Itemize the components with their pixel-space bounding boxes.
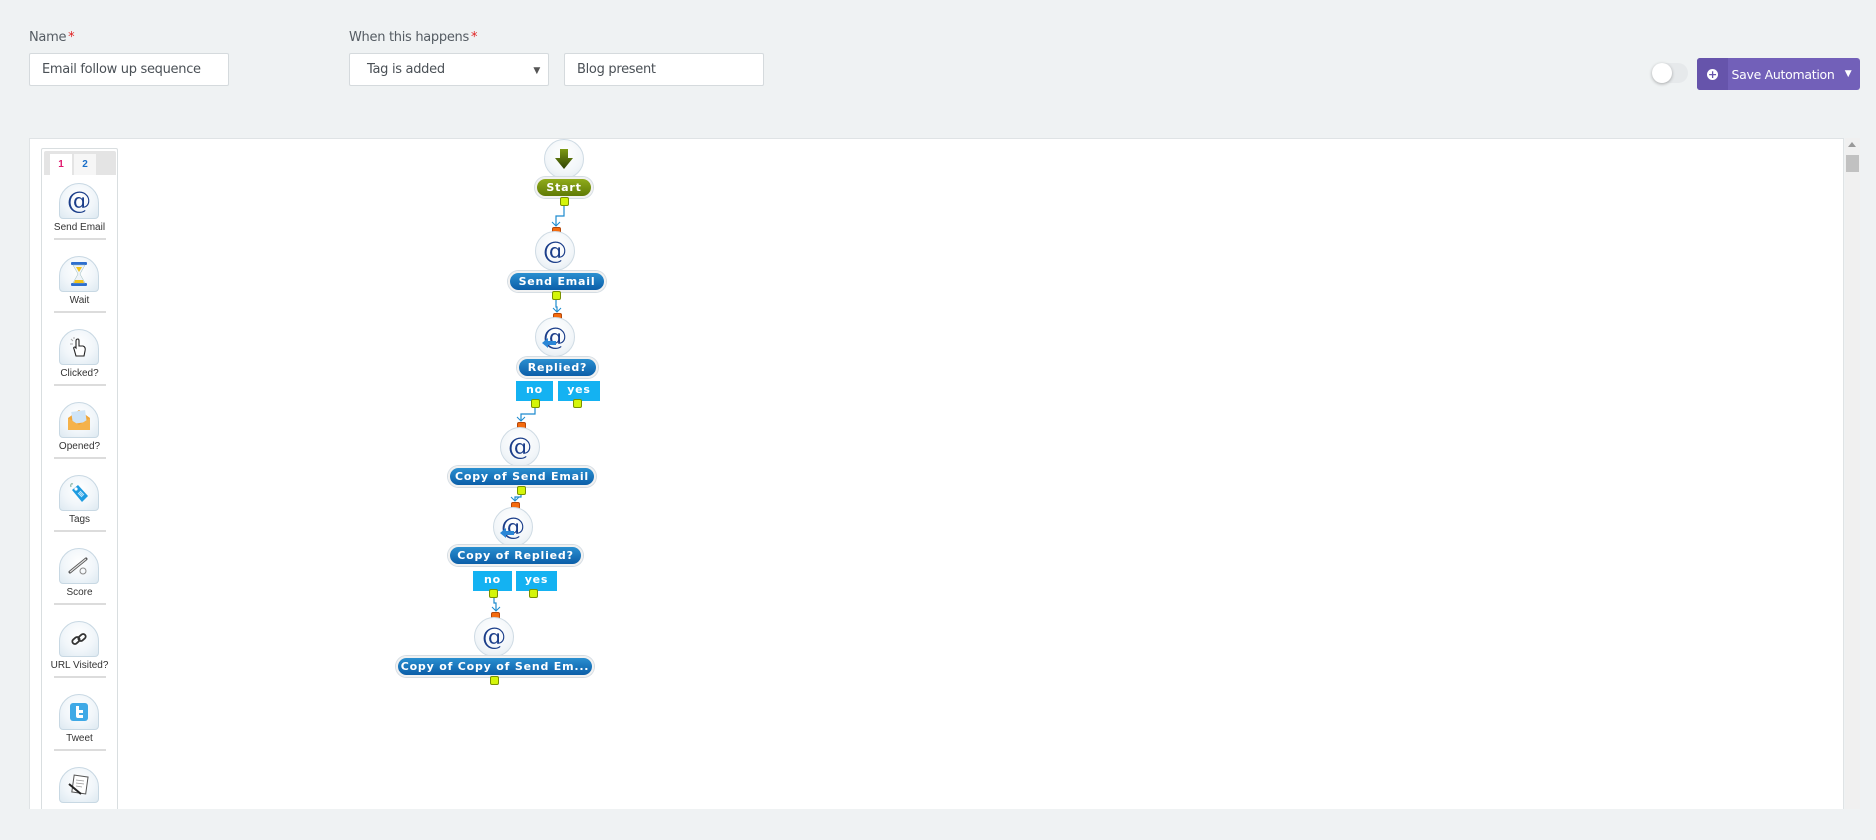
palette-item-url-visited[interactable]: URL Visited? <box>42 621 117 694</box>
palette-tab-1[interactable]: 1 <box>50 154 72 175</box>
at-sign-icon: @ <box>59 183 99 219</box>
palette-item-send-email[interactable]: @ Send Email <box>42 183 117 256</box>
save-automation-button[interactable]: + Save Automation ▼ <box>1697 58 1860 90</box>
trigger-label: When this happens * <box>349 30 477 45</box>
palette-item-label: Send Email <box>53 222 106 233</box>
palette-item-wait[interactable]: Wait <box>42 256 117 329</box>
palette-item-label: URL Visited? <box>50 660 109 671</box>
trigger-value-input[interactable]: Blog present <box>564 53 764 86</box>
output-port[interactable] <box>552 291 561 300</box>
palette-item-clicked[interactable]: Clicked? <box>42 329 117 402</box>
palette-item-label: Opened? <box>58 441 101 452</box>
at-sign-icon[interactable]: @ <box>535 231 575 271</box>
palette-item-label: Tweet <box>66 733 93 744</box>
vertical-scrollbar[interactable] <box>1845 138 1860 809</box>
output-port-yes[interactable] <box>529 589 538 598</box>
palette-item-label: Wait <box>69 295 90 306</box>
toggle-knob <box>1652 63 1672 83</box>
caret-down-icon: ▼ <box>533 66 540 76</box>
divider <box>54 384 106 386</box>
palette-item-label: Score <box>66 587 93 598</box>
flow-node-copy-of-replied[interactable]: Copy of Replied? <box>448 545 583 566</box>
divider <box>54 311 106 313</box>
required-marker: * <box>470 30 478 45</box>
palette-tabs: 1 2 <box>44 151 116 175</box>
output-port-no[interactable] <box>531 399 540 408</box>
divider <box>54 238 106 240</box>
name-label: Name * <box>29 30 75 45</box>
twitter-icon <box>59 694 99 730</box>
divider <box>54 676 106 678</box>
palette-tab-2[interactable]: 2 <box>74 154 96 175</box>
caret-down-icon[interactable]: ▼ <box>1836 69 1860 79</box>
link-icon <box>59 621 99 657</box>
branch-no[interactable]: no <box>516 381 553 401</box>
branch-yes[interactable]: yes <box>558 381 600 401</box>
flow-node-copy-of-copy-of-send-email[interactable]: Copy of Copy of Send Em... <box>396 656 594 677</box>
at-sign-icon[interactable]: @ <box>500 427 540 467</box>
flow-node-replied[interactable]: Replied? <box>517 357 598 378</box>
palette-item-label: Tags <box>68 514 91 525</box>
palette-item-tweet[interactable]: Tweet <box>42 694 117 767</box>
action-palette: 1 2 @ Send Email Wait Clicked? Opened? T… <box>41 148 118 809</box>
palette-item-tags[interactable]: Tags <box>42 475 117 548</box>
hand-pointer-icon <box>59 329 99 365</box>
at-sign-icon[interactable]: @ <box>474 617 514 657</box>
required-marker: * <box>68 30 75 45</box>
name-input[interactable]: Email follow up sequence <box>29 53 229 86</box>
save-automation-label: Save Automation <box>1731 66 1835 82</box>
name-label-text: Name <box>29 30 67 45</box>
hourglass-icon <box>59 256 99 292</box>
scroll-up-arrow-icon[interactable] <box>1848 142 1856 147</box>
active-toggle[interactable] <box>1652 63 1688 83</box>
plus-circle-icon: + <box>1697 58 1728 90</box>
trigger-select[interactable]: Tag is added ▼ <box>349 53 549 86</box>
output-port-no[interactable] <box>489 589 498 598</box>
note-pen-icon <box>59 767 99 803</box>
output-port-yes[interactable] <box>573 399 582 408</box>
flow-node-copy-of-send-email[interactable]: Copy of Send Email <box>448 466 596 487</box>
branch-no[interactable]: no <box>473 571 512 591</box>
down-arrow-icon[interactable] <box>544 139 584 179</box>
palette-item-score[interactable]: Score <box>42 548 117 621</box>
palette-item-opened[interactable]: Opened? <box>42 402 117 475</box>
trigger-label-text: When this happens <box>349 30 469 45</box>
trigger-select-value: Tag is added <box>367 62 445 77</box>
palette-item-note[interactable] <box>42 767 117 840</box>
scrollbar-thumb[interactable] <box>1846 155 1859 172</box>
output-port[interactable] <box>517 486 526 495</box>
tag-icon <box>59 475 99 511</box>
pen-score-icon <box>59 548 99 584</box>
flow-node-start[interactable]: Start <box>535 177 593 198</box>
branch-yes[interactable]: yes <box>516 571 557 591</box>
divider <box>54 749 106 751</box>
name-input-value: Email follow up sequence <box>42 62 201 77</box>
divider <box>54 603 106 605</box>
flow-node-send-email[interactable]: Send Email <box>508 271 606 292</box>
trigger-value-text: Blog present <box>577 62 656 77</box>
output-port[interactable] <box>560 197 569 206</box>
divider <box>54 457 106 459</box>
at-reply-icon[interactable]: @ <box>535 317 575 357</box>
open-envelope-icon <box>59 402 99 438</box>
divider <box>54 530 106 532</box>
output-port[interactable] <box>490 676 499 685</box>
workflow-canvas[interactable] <box>29 138 1844 809</box>
at-reply-icon[interactable]: @ <box>493 507 533 547</box>
palette-item-label: Clicked? <box>60 368 99 379</box>
